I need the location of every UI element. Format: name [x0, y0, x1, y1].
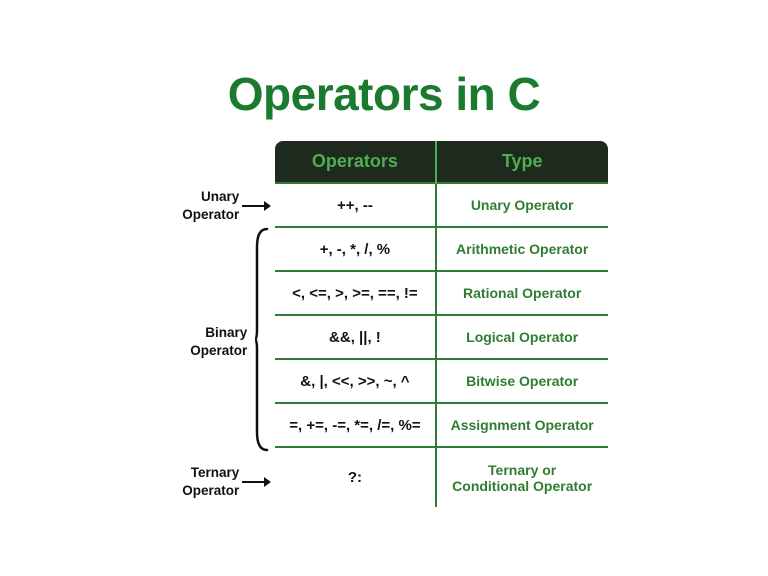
table-header-row: Operators Type — [274, 140, 608, 183]
table-row: <, <=, >, >=, ==, != Rational Operator — [274, 271, 608, 315]
col-header-operators: Operators — [274, 140, 435, 183]
table-row: &&, ||, ! Logical Operator — [274, 315, 608, 359]
type-unary: Unary Operator — [436, 183, 609, 227]
op-logical: &&, ||, ! — [274, 315, 435, 359]
table-row: ?: Ternary orConditional Operator — [274, 447, 608, 508]
ternary-row: TernaryOperator — [158, 464, 271, 499]
op-unary: ++, -- — [274, 183, 435, 227]
binary-label-group: BinaryOperator — [158, 229, 271, 454]
unary-label-group: UnaryOperator — [158, 182, 271, 229]
type-arithmetic: Arithmetic Operator — [436, 227, 609, 271]
page-container: Operators in C UnaryOperator BinaryOpera… — [24, 67, 744, 509]
type-bitwise: Bitwise Operator — [436, 359, 609, 403]
binary-brace — [253, 227, 271, 457]
ternary-label: TernaryOperator — [182, 464, 239, 499]
ternary-arrow — [242, 477, 271, 487]
type-rational: Rational Operator — [436, 271, 609, 315]
unary-label: UnaryOperator — [182, 188, 239, 223]
binary-row: BinaryOperator — [158, 227, 271, 457]
table-row: +, -, *, /, % Arithmetic Operator — [274, 227, 608, 271]
table-row: =, +=, -=, *=, /=, %= Assignment Operato… — [274, 403, 608, 447]
table-row: ++, -- Unary Operator — [274, 183, 608, 227]
op-rational: <, <=, >, >=, ==, != — [274, 271, 435, 315]
operators-table: Operators Type ++, -- Unary Operator +, … — [273, 139, 609, 509]
op-bitwise: &, |, <<, >>, ~, ^ — [274, 359, 435, 403]
type-assignment: Assignment Operator — [436, 403, 609, 447]
table-outer: UnaryOperator BinaryOperator — [158, 139, 609, 509]
unary-row: UnaryOperator — [158, 188, 271, 223]
ternary-label-group: TernaryOperator — [158, 454, 271, 509]
unary-arrow — [242, 201, 271, 211]
type-logical: Logical Operator — [436, 315, 609, 359]
page-title: Operators in C — [228, 67, 541, 121]
op-ternary: ?: — [274, 447, 435, 508]
side-labels: UnaryOperator BinaryOperator — [158, 139, 273, 509]
op-arithmetic: +, -, *, /, % — [274, 227, 435, 271]
op-assignment: =, +=, -=, *=, /=, %= — [274, 403, 435, 447]
type-ternary: Ternary orConditional Operator — [436, 447, 609, 508]
col-header-type: Type — [436, 140, 609, 183]
binary-label: BinaryOperator — [190, 324, 247, 359]
table-row: &, |, <<, >>, ~, ^ Bitwise Operator — [274, 359, 608, 403]
